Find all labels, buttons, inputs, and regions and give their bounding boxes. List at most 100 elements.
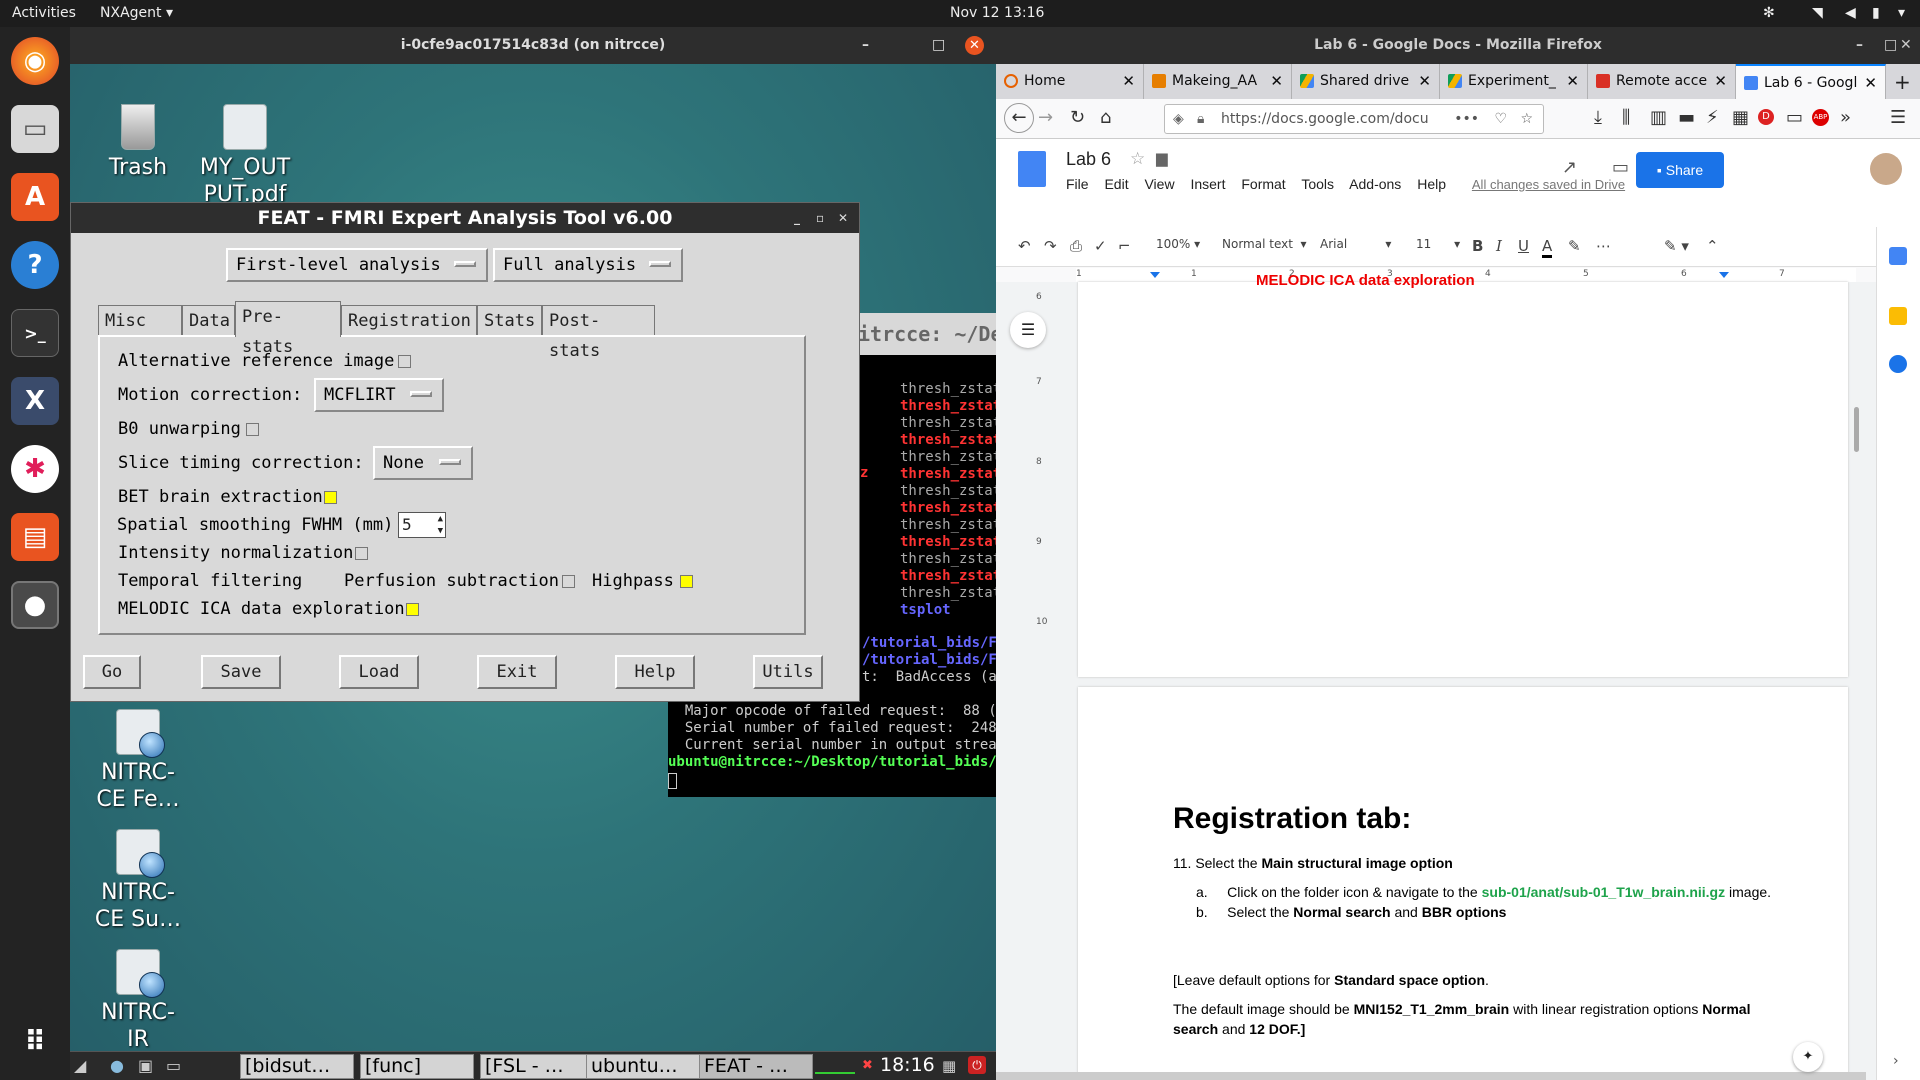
print-icon[interactable]: ⎙ bbox=[1070, 237, 1082, 255]
menu-help[interactable]: Help bbox=[1417, 176, 1446, 192]
chevron-down-icon[interactable]: ▾ bbox=[1898, 5, 1905, 21]
new-tab-icon[interactable]: + bbox=[1894, 70, 1911, 94]
chevron-right-icon[interactable]: › bbox=[1893, 1053, 1899, 1069]
intensity-checkbox[interactable] bbox=[355, 547, 368, 560]
browser-tab[interactable]: Remote acce ✕ bbox=[1588, 64, 1736, 99]
terminal-icon[interactable]: >_ bbox=[11, 309, 59, 357]
utils-button[interactable]: Utils bbox=[753, 655, 823, 689]
tasks-icon[interactable] bbox=[1889, 355, 1907, 373]
home-icon[interactable]: ⌂ bbox=[1100, 107, 1111, 128]
exit-button[interactable]: Exit bbox=[477, 655, 557, 689]
menu-edit[interactable]: Edit bbox=[1104, 176, 1128, 192]
nitrc-fe-desktop-icon[interactable]: NITRC- CE Fe… bbox=[78, 709, 198, 813]
close-tab-icon[interactable]: ✕ bbox=[1270, 64, 1283, 99]
folder-icon[interactable]: ▆ bbox=[1156, 149, 1168, 167]
document-title[interactable]: Lab 6 bbox=[1066, 149, 1111, 170]
tab-data[interactable]: Data bbox=[182, 305, 235, 335]
explore-icon[interactable]: ✦ bbox=[1793, 1042, 1823, 1072]
lock-icon[interactable]: 🔒︎ bbox=[1197, 105, 1204, 133]
library-icon[interactable]: ⫼ bbox=[1622, 107, 1630, 128]
more-icon[interactable]: ⋯ bbox=[1596, 237, 1611, 255]
close-icon[interactable]: ✕ bbox=[965, 36, 984, 55]
page-actions-icon[interactable]: ••• bbox=[1454, 105, 1479, 133]
show-apps-icon[interactable]: ⠿ bbox=[11, 1017, 59, 1065]
browser-tab[interactable]: Experiment_ ✕ bbox=[1440, 64, 1588, 99]
star-icon[interactable]: ☆ bbox=[1130, 149, 1145, 169]
highlight-icon[interactable]: ✎ bbox=[1568, 237, 1581, 255]
reload-icon[interactable]: ↻ bbox=[1070, 107, 1085, 128]
font-size-select[interactable]: 11 ▾ bbox=[1416, 237, 1460, 251]
quicklaunch-icon[interactable]: ▭ bbox=[166, 1056, 181, 1075]
sidebar-icon[interactable]: ▥ bbox=[1650, 107, 1667, 128]
app-menu[interactable]: NXAgent ▾ bbox=[100, 5, 173, 21]
melodic-checkbox[interactable] bbox=[406, 603, 419, 616]
keep-icon[interactable] bbox=[1889, 307, 1907, 325]
menu-insert[interactable]: Insert bbox=[1190, 176, 1225, 192]
italic-icon[interactable]: I bbox=[1496, 237, 1502, 255]
volume-icon[interactable]: ◀ bbox=[1845, 5, 1856, 21]
maximize-icon[interactable]: □ bbox=[1884, 27, 1897, 64]
minimize-icon[interactable]: – bbox=[1856, 27, 1863, 64]
trash-desktop-icon[interactable]: Trash bbox=[78, 104, 198, 181]
tab-pre-stats[interactable]: Pre-stats bbox=[235, 301, 341, 357]
motion-correction-menu[interactable]: MCFLIRT bbox=[314, 378, 444, 412]
nitrc-su-desktop-icon[interactable]: NITRC- CE Su… bbox=[78, 829, 198, 933]
x-server-icon[interactable]: X bbox=[11, 377, 59, 425]
extension-icon[interactable]: ⚡︎ bbox=[1706, 107, 1719, 128]
outline-icon[interactable]: ☰ bbox=[1010, 312, 1046, 348]
extension-icon[interactable]: ▭ bbox=[1786, 107, 1803, 128]
analysis-level-menu[interactable]: First-level analysis bbox=[226, 248, 488, 282]
close-tab-icon[interactable]: ✕ bbox=[1418, 64, 1431, 99]
menu-addons[interactable]: Add-ons bbox=[1349, 176, 1401, 192]
alt-ref-checkbox[interactable] bbox=[398, 355, 411, 368]
document-page[interactable]: Registration tab: 11. Select the Main st… bbox=[1078, 687, 1848, 1080]
menu-view[interactable]: View bbox=[1144, 176, 1174, 192]
save-button[interactable]: Save bbox=[201, 655, 281, 689]
browser-tab[interactable]: Home ✕ bbox=[996, 64, 1144, 99]
close-icon[interactable]: ✕ bbox=[838, 203, 848, 233]
slack-tray-icon[interactable]: ✻ bbox=[1763, 5, 1775, 21]
help-button[interactable]: Help bbox=[615, 655, 695, 689]
docs-logo-icon[interactable] bbox=[1018, 151, 1046, 187]
power-icon[interactable]: ⏻ bbox=[968, 1056, 986, 1074]
tab-registration[interactable]: Registration bbox=[341, 305, 477, 335]
download-icon[interactable]: ⤓ bbox=[1594, 107, 1602, 128]
document-page[interactable]: MELODIC ICA data exploration bbox=[1078, 272, 1848, 677]
help-icon[interactable]: ? bbox=[11, 241, 59, 289]
calendar-icon[interactable] bbox=[1889, 247, 1907, 265]
minimize-icon[interactable]: – bbox=[862, 27, 869, 64]
close-tab-icon[interactable]: ✕ bbox=[1122, 64, 1135, 99]
extension-icon[interactable]: D bbox=[1758, 109, 1774, 125]
back-icon[interactable]: ← bbox=[1004, 103, 1034, 133]
quicklaunch-icon[interactable]: ● bbox=[110, 1056, 124, 1075]
browser-tab[interactable]: Shared drive ✕ bbox=[1292, 64, 1440, 99]
activity-trend-icon[interactable]: ↗ bbox=[1562, 157, 1577, 178]
extension-icon[interactable]: ▬ bbox=[1678, 107, 1695, 128]
minimize-icon[interactable]: _ bbox=[794, 203, 800, 233]
bold-icon[interactable]: B bbox=[1472, 237, 1483, 255]
tab-post-stats[interactable]: Post-stats bbox=[542, 305, 655, 361]
shield-icon[interactable]: ◈ bbox=[1173, 105, 1184, 133]
software-icon[interactable]: A bbox=[11, 173, 59, 221]
redo-icon[interactable]: ↷ bbox=[1044, 237, 1057, 255]
close-tab-icon[interactable]: ✕ bbox=[1864, 66, 1877, 99]
my-output-desktop-icon[interactable]: MY_OUT PUT.pdf bbox=[185, 104, 305, 208]
editing-mode-icon[interactable]: ✎ ▾ bbox=[1664, 237, 1689, 255]
close-icon[interactable]: ✕ bbox=[1900, 27, 1912, 64]
go-button[interactable]: Go bbox=[83, 655, 141, 689]
tab-misc[interactable]: Misc bbox=[98, 305, 182, 335]
taskbar-item-active[interactable]: FEAT - … bbox=[699, 1054, 813, 1079]
perfusion-checkbox[interactable] bbox=[562, 575, 575, 588]
overflow-icon[interactable]: » bbox=[1840, 107, 1851, 128]
clock[interactable]: Nov 12 13:16 bbox=[950, 5, 1044, 21]
indent-marker-icon[interactable] bbox=[1150, 272, 1160, 278]
browser-tab-active[interactable]: Lab 6 - Googl ✕ bbox=[1736, 64, 1886, 99]
close-tab-icon[interactable]: ✕ bbox=[1714, 64, 1727, 99]
adblock-icon[interactable]: ABP bbox=[1812, 109, 1829, 126]
comment-icon[interactable]: ▭ bbox=[1612, 157, 1629, 178]
horizontal-scrollbar[interactable] bbox=[996, 1072, 1866, 1080]
taskbar-item[interactable]: [func] bbox=[360, 1054, 474, 1079]
collapse-icon[interactable]: ⌃ bbox=[1706, 237, 1719, 255]
taskbar-item[interactable]: [bidsut… bbox=[240, 1054, 354, 1079]
text-color-icon[interactable]: A bbox=[1542, 237, 1553, 258]
